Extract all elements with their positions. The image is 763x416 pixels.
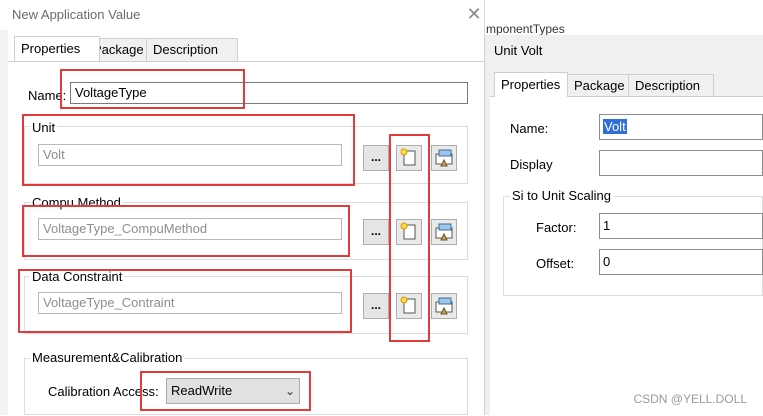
close-icon[interactable]: ✕: [464, 4, 484, 24]
display-label: Display: [510, 157, 553, 172]
compu-method-browse-button[interactable]: ...: [363, 219, 389, 245]
name-field[interactable]: VoltageType: [70, 82, 468, 104]
offset-label: Offset:: [536, 256, 575, 271]
unit-field[interactable]: Volt: [38, 144, 342, 166]
background-window-text: mponentTypes: [486, 22, 565, 36]
edit-item-icon[interactable]: [431, 219, 457, 245]
chevron-down-icon: ⌄: [284, 384, 295, 398]
si-scaling-title: Si to Unit Scaling: [510, 188, 613, 203]
unit-tab-package[interactable]: Package: [567, 74, 631, 97]
tab-description[interactable]: Description: [146, 38, 238, 61]
unit-browse-button[interactable]: ...: [363, 145, 389, 171]
name-label: Name:: [28, 88, 67, 103]
edit-item-icon[interactable]: [431, 145, 457, 171]
unit-dialog-title: Unit Volt: [494, 43, 543, 58]
left-edge-strip: [0, 30, 8, 415]
tab-properties[interactable]: Properties: [14, 36, 100, 61]
unit-name-label: Name:: [510, 121, 549, 136]
new-item-icon[interactable]: [396, 145, 422, 171]
display-field[interactable]: [599, 150, 763, 176]
compu-method-group-title: Compu Method: [30, 195, 123, 210]
si-scaling-group: [503, 196, 763, 296]
edit-item-icon[interactable]: [431, 293, 457, 319]
calibration-access-label: Calibration Access:: [48, 384, 159, 399]
new-item-icon[interactable]: [396, 293, 422, 319]
unit-name-field[interactable]: Volt: [599, 114, 763, 140]
calibration-access-value: ReadWrite: [171, 383, 233, 398]
watermark: CSDN @YELL.DOLL: [633, 392, 747, 406]
calibration-access-select[interactable]: ReadWrite ⌄: [166, 378, 300, 404]
unit-tab-properties[interactable]: Properties: [494, 72, 568, 97]
new-item-icon[interactable]: [396, 219, 422, 245]
unit-name-value: Volt: [603, 119, 627, 134]
factor-field[interactable]: 1: [599, 213, 763, 239]
offset-field[interactable]: 0: [599, 249, 763, 275]
measurement-group-title: Measurement&Calibration: [30, 350, 185, 365]
factor-label: Factor:: [536, 220, 577, 235]
unit-tab-description[interactable]: Description: [628, 74, 714, 97]
compu-method-field[interactable]: VoltageType_CompuMethod: [38, 218, 342, 240]
dialog-title: New Application Value: [12, 7, 141, 22]
data-constraint-browse-button[interactable]: ...: [363, 293, 389, 319]
data-constraint-group-title: Data Constraint: [30, 269, 125, 284]
data-constraint-field[interactable]: VoltageType_Contraint: [38, 292, 342, 314]
unit-group-title: Unit: [30, 120, 58, 135]
